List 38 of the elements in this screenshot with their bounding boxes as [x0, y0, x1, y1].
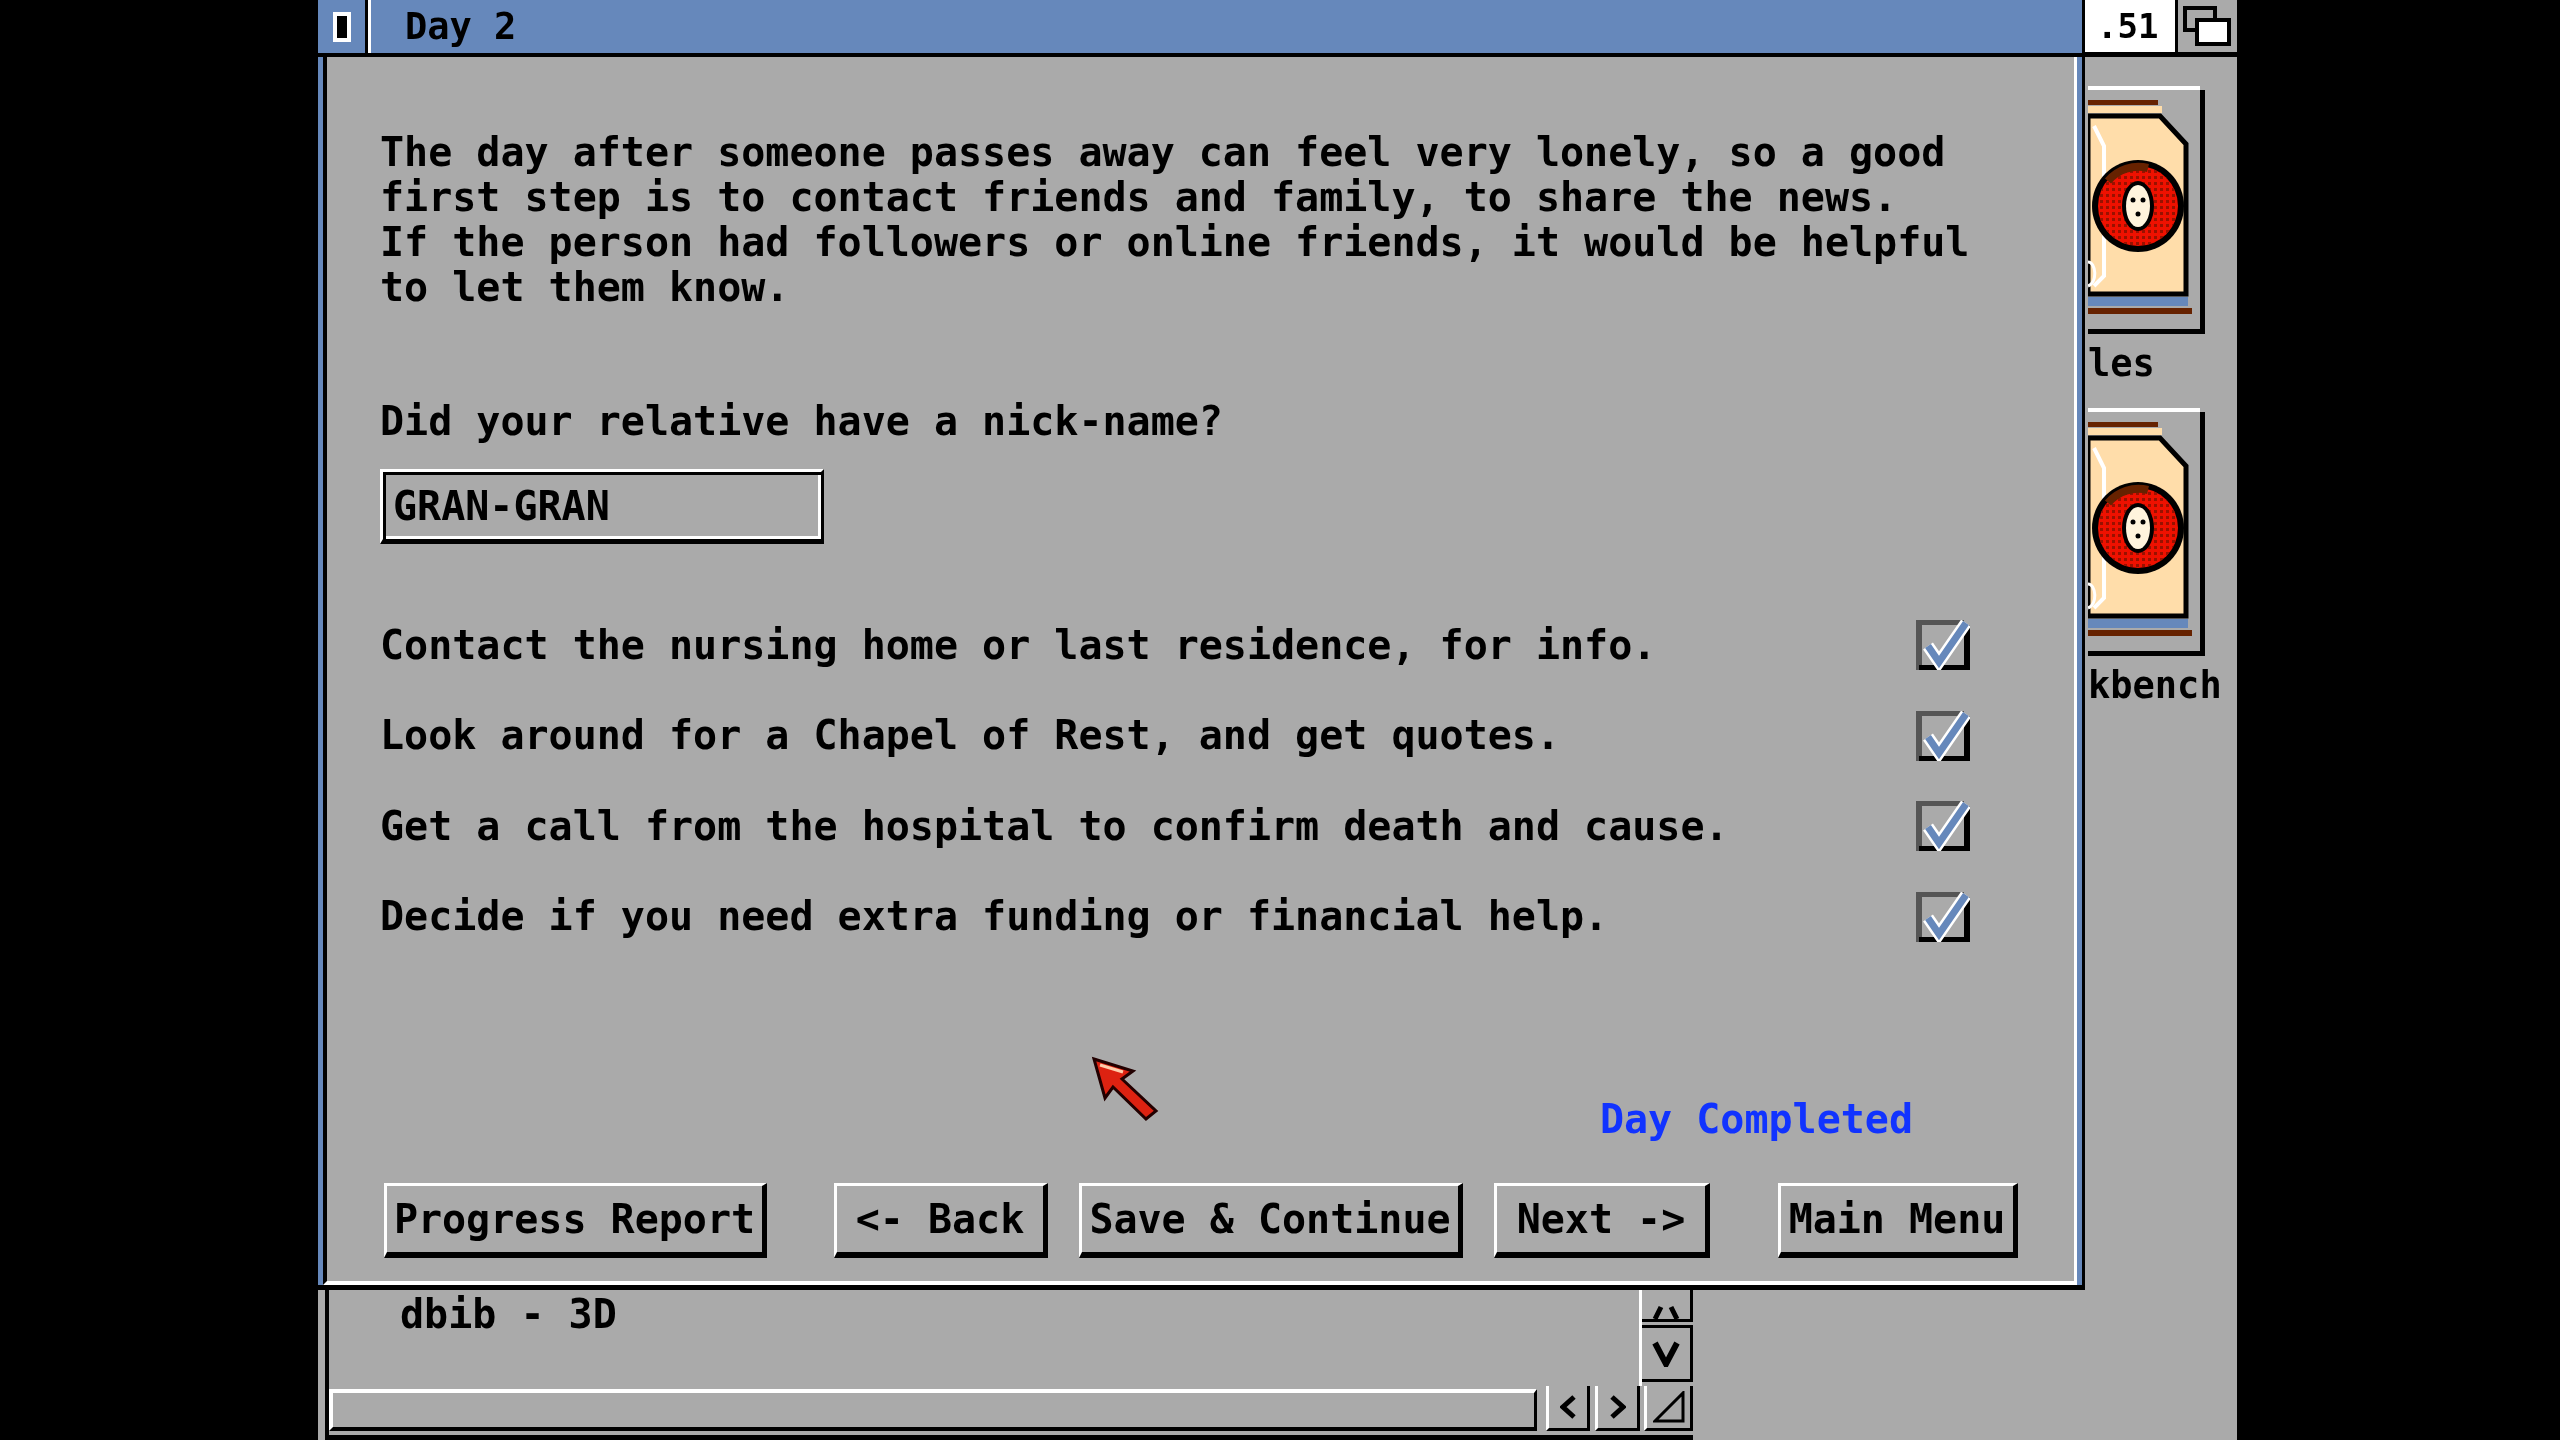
icon-label: les — [2088, 344, 2155, 384]
overlapping-windows-icon[interactable] — [2175, 0, 2237, 52]
status-text: Day Completed — [1599, 1096, 1913, 1142]
screen-title-text: .51 — [2097, 6, 2159, 46]
resize-button[interactable] — [1644, 1386, 1693, 1431]
intro-text: The day after someone passes away can feel very lonely, so a good first step is to contact friends and family, to share the news. If the person had followers or online friends, it would be helpful to let them know. — [380, 130, 1970, 310]
scroll-down-button[interactable] — [1642, 1325, 1693, 1382]
resize-icon — [1652, 1391, 1685, 1423]
checkbox[interactable] — [1916, 801, 1970, 851]
save-continue-button[interactable]: Save & Continue — [1079, 1182, 1463, 1258]
close-icon[interactable] — [332, 11, 351, 42]
task-label: Decide if you need extra funding or financial help. — [380, 894, 1609, 939]
chevron-left-icon — [1560, 1395, 1576, 1419]
icon-label: kbench — [2088, 666, 2222, 706]
task-label: Get a call from the hospital to confirm death and cause. — [380, 803, 1729, 849]
back-button[interactable]: <- Back — [834, 1182, 1048, 1258]
chevron-up-icon — [1652, 1305, 1680, 1319]
nickname-field[interactable]: GRAN-GRAN — [380, 469, 824, 544]
disk-icon[interactable] — [2088, 408, 2205, 656]
window-title: Day 2 — [405, 4, 517, 49]
task-label: Contact the nursing home or last residence, for info. — [380, 622, 1657, 668]
chevron-down-icon — [1652, 1340, 1680, 1367]
mouse-pointer-icon — [1091, 1056, 1159, 1122]
scroll-left-button[interactable] — [1546, 1386, 1590, 1431]
checkbox[interactable] — [1916, 710, 1970, 761]
window-text: dbib - 3D — [400, 1292, 617, 1337]
main-menu-button[interactable]: Main Menu — [1778, 1182, 2018, 1258]
horizontal-scrollbar[interactable] — [329, 1389, 1537, 1431]
chevron-right-icon — [1609, 1395, 1626, 1419]
progress-report-button[interactable]: Progress Report — [384, 1182, 767, 1258]
next-button[interactable]: Next -> — [1494, 1182, 1710, 1258]
question-label: Did your relative have a nick-name? — [380, 399, 1223, 444]
task-label: Look around for a Chapel of Rest, and get quotes. — [380, 713, 1561, 758]
disk-icon[interactable] — [2088, 86, 2205, 334]
scroll-right-button[interactable] — [1595, 1386, 1640, 1431]
scroll-up-button[interactable] — [1642, 1290, 1693, 1322]
checkbox[interactable] — [1916, 620, 1970, 670]
checkbox[interactable] — [1916, 891, 1970, 942]
